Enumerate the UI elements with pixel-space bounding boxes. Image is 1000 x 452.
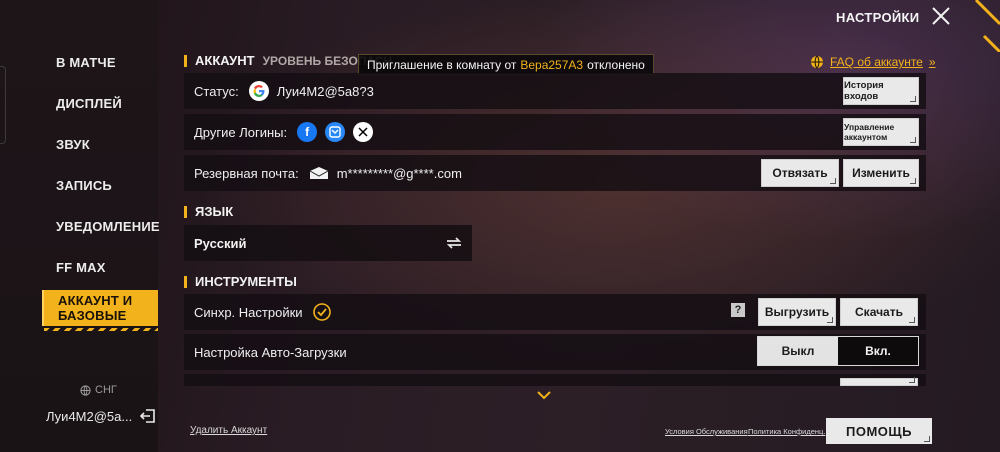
section-marker: [184, 54, 187, 67]
corner-decoration: [974, 0, 1000, 52]
status-label: Статус:: [194, 83, 239, 99]
sidebar-item-label: ЗАПИСЬ: [56, 177, 112, 193]
check-circle-icon: [312, 303, 331, 321]
sidebar-item-notifications[interactable]: УВЕДОМЛЕНИЕ: [42, 207, 160, 245]
manage-account-button[interactable]: Управление аккаунтом: [843, 118, 919, 146]
notification-toast: Приглашение в комнату от Bepa257A3 откло…: [358, 54, 654, 75]
current-language: Русский: [194, 235, 247, 251]
other-logins-row: Другие Логины: f: [184, 114, 926, 150]
section-title-text: АККАУНТ: [195, 53, 255, 68]
sidebar-item-label: АККАУНТ И: [58, 293, 133, 308]
toast-suffix: отклонено: [587, 57, 645, 72]
backup-email-label: Резервная почта:: [194, 165, 299, 181]
sidebar-item-account-basic[interactable]: АККАУНТ И БАЗОВЫЕ: [42, 290, 158, 331]
next-row-partial: [184, 374, 926, 386]
sidebar-item-label: УВЕДОМЛЕНИЕ: [56, 218, 160, 234]
toast-player-name: Bepa257A3: [520, 57, 584, 72]
mail-icon: [309, 166, 329, 180]
region-label: СНГ: [95, 384, 117, 396]
swap-icon: [446, 237, 462, 249]
close-button[interactable]: [926, 2, 956, 30]
globe-icon: [811, 55, 823, 69]
autoload-toggle[interactable]: Выкл Вкл.: [757, 336, 919, 366]
next-row-button-partial[interactable]: [840, 377, 918, 386]
region-indicator: СНГ: [80, 384, 117, 396]
sidebar-item-ff-max[interactable]: FF MAX: [42, 248, 158, 286]
change-email-button[interactable]: Изменить: [843, 159, 919, 187]
delete-account-link[interactable]: Удалить Аккаунт: [190, 425, 267, 436]
close-icon: [932, 7, 950, 25]
autoload-label: Настройка Авто-Загрузки: [194, 344, 347, 360]
login-history-label: История входов: [844, 80, 884, 102]
help-button[interactable]: ПОМОЩЬ: [826, 418, 932, 444]
language-section-title: ЯЗЫК: [184, 204, 233, 219]
upload-label: Выгрузить: [764, 305, 830, 319]
unbind-label: Отвязать: [772, 166, 828, 180]
faq-label: FAQ об аккаунте: [830, 55, 923, 69]
toast-prefix: Приглашение в комнату от: [367, 57, 517, 72]
terms-link[interactable]: Условия Обслуживания: [665, 427, 748, 436]
manage-account-label: Управление аккаунтом: [844, 122, 895, 142]
sidebar-item-label: ЗВУК: [56, 136, 90, 152]
sidebar-item-label: БАЗОВЫЕ: [58, 308, 127, 323]
chevron-down-icon[interactable]: [537, 390, 551, 400]
toggle-off-option[interactable]: Выкл: [758, 337, 838, 365]
google-icon: [248, 81, 269, 101]
tools-section-title: ИНСТРУМЕНТЫ: [184, 274, 297, 289]
unbind-button[interactable]: Отвязать: [761, 159, 839, 187]
x-icon[interactable]: [353, 122, 374, 142]
double-chevron-icon: »: [928, 55, 936, 69]
help-icon[interactable]: ?: [731, 303, 745, 317]
sidebar-item-sound[interactable]: ЗВУК: [42, 125, 158, 163]
side-handle[interactable]: [0, 66, 6, 144]
change-email-label: Изменить: [852, 166, 910, 180]
download-label: Скачать: [855, 305, 903, 319]
toggle-on-option[interactable]: Вкл.: [838, 337, 918, 365]
logout-icon[interactable]: [140, 408, 156, 424]
sidebar-item-in-match[interactable]: В МАТЧЕ: [42, 43, 158, 81]
section-marker: [184, 205, 187, 218]
sidebar-item-recording[interactable]: ЗАПИСЬ: [42, 166, 158, 204]
login-history-button[interactable]: История входов: [843, 77, 919, 105]
help-button-label: ПОМОЩЬ: [846, 423, 912, 439]
sidebar-item-display[interactable]: ДИСПЛЕЙ: [42, 84, 158, 122]
page-title: НАСТРОЙКИ: [836, 10, 920, 25]
upload-button[interactable]: Выгрузить: [758, 298, 836, 326]
facebook-icon[interactable]: f: [297, 122, 318, 142]
section-marker: [184, 275, 187, 288]
section-title-text: ЯЗЫК: [195, 204, 234, 219]
sidebar-item-label: В МАТЧЕ: [56, 54, 116, 70]
status-account-id: Луи4М2@5а8?3: [276, 83, 374, 99]
help-icon-glyph: ?: [734, 304, 742, 316]
toggle-off-label: Выкл: [781, 344, 815, 358]
other-logins-label: Другие Логины:: [194, 124, 288, 140]
globe-icon: [80, 384, 91, 396]
faq-link[interactable]: FAQ об аккаунте »: [810, 55, 936, 69]
vk-icon[interactable]: [325, 122, 346, 142]
sync-settings-label: Синхр. Настройки: [194, 304, 303, 320]
user-row: Луи4М2@5а...: [46, 408, 156, 424]
backup-email-value: m*********@g****.com: [336, 165, 462, 181]
toggle-on-label: Вкл.: [865, 344, 891, 358]
download-button[interactable]: Скачать: [840, 298, 918, 326]
privacy-link[interactable]: Политика Конфиденц.: [748, 427, 825, 436]
sidebar-item-label: ДИСПЛЕЙ: [56, 95, 122, 111]
sidebar-item-label: FF MAX: [56, 259, 106, 275]
username: Луи4М2@5а...: [46, 408, 133, 424]
sidebar: В МАТЧЕ ДИСПЛЕЙ ЗВУК ЗАПИСЬ УВЕДОМЛЕНИЕ …: [0, 0, 160, 452]
status-row: Статус: Луи4М2@5а8?3: [184, 73, 926, 109]
section-title-text: ИНСТРУМЕНТЫ: [195, 274, 297, 289]
language-selector[interactable]: Русский: [184, 225, 472, 261]
